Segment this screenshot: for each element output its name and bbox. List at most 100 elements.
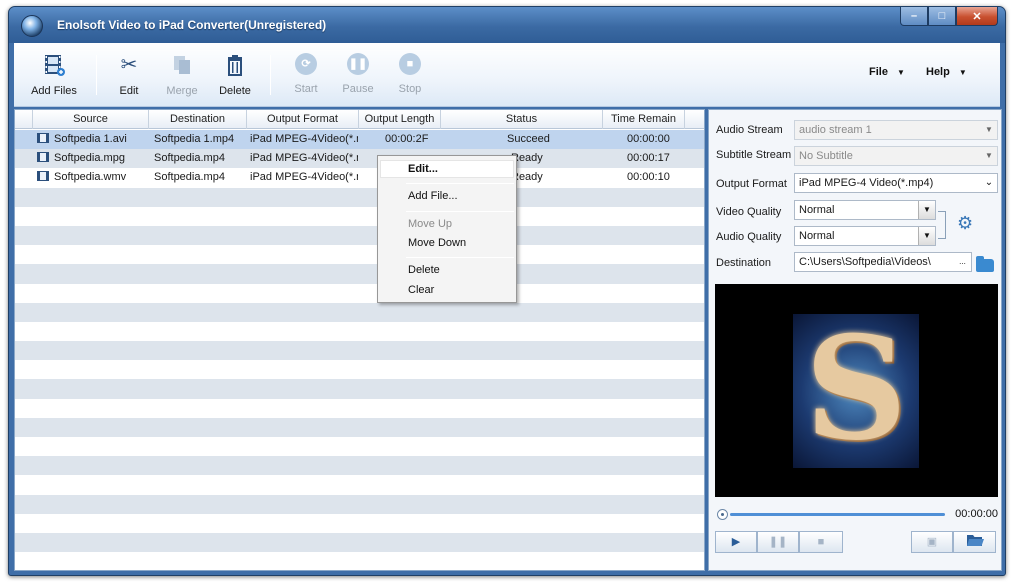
menu-item-delete[interactable]: Delete [408, 264, 440, 276]
merge-label: Merge [166, 85, 198, 97]
seek-bar[interactable]: 00:00:00 [715, 508, 998, 522]
source-cell: Softpedia.wmv [37, 168, 126, 187]
column-header-status[interactable]: Status [441, 110, 603, 129]
open-snapshot-folder-button[interactable] [953, 531, 996, 553]
minimize-button[interactable]: – [900, 7, 928, 26]
destination-cell: Softpedia.mp4 [154, 152, 225, 165]
maximize-button[interactable]: □ [928, 7, 956, 26]
format-cell: iPad MPEG-4Video(*.mp [250, 152, 358, 165]
start-label: Start [294, 83, 318, 95]
table-row[interactable]: Softpedia 1.avi Softpedia 1.mp4 iPad MPE… [15, 130, 704, 150]
pause-label: Pause [342, 83, 374, 95]
menu-item-add-file[interactable]: Add File... [408, 190, 458, 202]
app-logo-icon[interactable] [21, 15, 43, 37]
player-controls: ▶ ❚❚ ■ ▣ [715, 527, 998, 557]
subtitle-stream-select[interactable]: No Subtitle ▼ [794, 146, 998, 166]
remain-cell: 00:00:00 [627, 133, 670, 145]
chevron-down-icon: ▼ [918, 201, 935, 219]
destination-field[interactable]: C:\Users\Softpedia\Videos\ ... [794, 252, 972, 272]
film-icon [37, 133, 49, 143]
menu-item-clear[interactable]: Clear [408, 284, 434, 296]
browse-button[interactable]: ... [954, 253, 971, 271]
pause-playback-button[interactable]: ❚❚ [757, 531, 799, 553]
delete-button[interactable]: Delete [209, 53, 261, 97]
video-quality-select[interactable]: Normal ▼ [794, 200, 936, 220]
title-bar[interactable]: Enolsoft Video to iPad Converter(Unregis… [9, 7, 1005, 43]
destination-cell: Softpedia 1.mp4 [154, 133, 235, 145]
output-format-select[interactable]: iPad MPEG-4 Video(*.mp4) ⌄ [794, 173, 998, 193]
stop-button[interactable]: ■ Stop [384, 53, 436, 95]
file-list-panel[interactable]: Source Destination Output Format Output … [14, 109, 705, 571]
stop-playback-button[interactable]: ■ [799, 531, 843, 553]
audio-stream-value: audio stream 1 [799, 124, 872, 136]
source-filename: Softpedia 1.avi [54, 133, 127, 145]
menu-separator [406, 211, 514, 212]
trash-icon [228, 55, 242, 76]
empty-row [15, 514, 704, 533]
column-header-destination[interactable]: Destination [149, 110, 247, 129]
table-row[interactable]: Softpedia.mpg Softpedia.mp4 iPad MPEG-4V… [15, 149, 704, 169]
edit-button[interactable]: ✂ Edit [103, 53, 155, 97]
menu-separator [406, 183, 514, 184]
play-button[interactable]: ▶ [715, 531, 757, 553]
empty-row [15, 225, 704, 246]
output-format-value: iPad MPEG-4 Video(*.mp4) [799, 177, 934, 189]
preview-thumbnail: S [793, 314, 919, 468]
header-checkbox-column [15, 110, 33, 129]
column-header-output-length[interactable]: Output Length [359, 110, 441, 129]
empty-row [15, 494, 704, 514]
column-header-source[interactable]: Source [33, 110, 149, 129]
add-files-label: Add Files [31, 85, 77, 97]
edit-label: Edit [119, 85, 139, 97]
pause-icon: ❚❚ [347, 53, 369, 75]
empty-row [15, 360, 704, 379]
merge-button[interactable]: Merge [156, 53, 208, 97]
caret-down-icon: ▼ [958, 68, 967, 77]
pause-icon: ❚❚ [768, 536, 788, 548]
empty-row [15, 399, 704, 418]
gear-icon[interactable]: ⚙ [957, 213, 973, 234]
empty-row [15, 302, 704, 322]
audio-quality-label: Audio Quality [716, 231, 782, 243]
column-header-output-format[interactable]: Output Format [247, 110, 359, 129]
column-header-time-remain[interactable]: Time Remain [603, 110, 685, 129]
format-cell: iPad MPEG-4Video(*.mp [250, 171, 358, 184]
destination-cell: Softpedia.mp4 [154, 171, 225, 184]
remain-cell: 00:00:10 [627, 171, 670, 184]
audio-quality-select[interactable]: Normal ▼ [794, 226, 936, 246]
audio-stream-select[interactable]: audio stream 1 ▼ [794, 120, 998, 140]
start-button[interactable]: ⟳ Start [280, 53, 332, 95]
seek-handle[interactable] [717, 509, 728, 520]
toolbar-divider [96, 55, 97, 95]
delete-label: Delete [219, 85, 251, 97]
file-menu[interactable]: File ▼ [869, 66, 905, 78]
toolbar-divider [270, 55, 271, 95]
help-menu[interactable]: Help ▼ [926, 66, 967, 78]
close-button[interactable]: ✕ [956, 7, 998, 26]
snapshot-icon: ▣ [926, 536, 938, 548]
table-row[interactable]: Softpedia.wmv Softpedia.mp4 iPad MPEG-4V… [15, 168, 704, 187]
empty-row [15, 187, 704, 207]
snapshot-button[interactable]: ▣ [911, 531, 953, 553]
menu-item-move-down[interactable]: Move Down [408, 237, 466, 249]
refresh-icon: ⟳ [295, 53, 317, 75]
format-cell: iPad MPEG-4Video(*.mp [250, 133, 358, 145]
subtitle-stream-value: No Subtitle [799, 150, 853, 162]
menu-separator [406, 257, 514, 258]
folder-icon[interactable] [976, 256, 994, 272]
menu-item-edit[interactable]: Edit... [408, 163, 438, 175]
add-files-button[interactable]: Add Files [28, 53, 80, 97]
source-filename: Softpedia.mpg [54, 152, 125, 165]
destination-label: Destination [716, 257, 772, 269]
merge-icon [174, 56, 190, 74]
window-controls: – □ ✕ [900, 7, 998, 26]
empty-row [15, 417, 704, 437]
help-menu-label: Help [926, 66, 950, 78]
play-icon: ▶ [731, 536, 741, 548]
empty-row [15, 379, 704, 399]
empty-row [15, 437, 704, 456]
chevron-down-icon: ⌄ [984, 177, 994, 188]
pause-button[interactable]: ❚❚ Pause [332, 53, 384, 95]
menu-item-move-up[interactable]: Move Up [408, 218, 452, 230]
seek-track[interactable] [730, 513, 945, 516]
